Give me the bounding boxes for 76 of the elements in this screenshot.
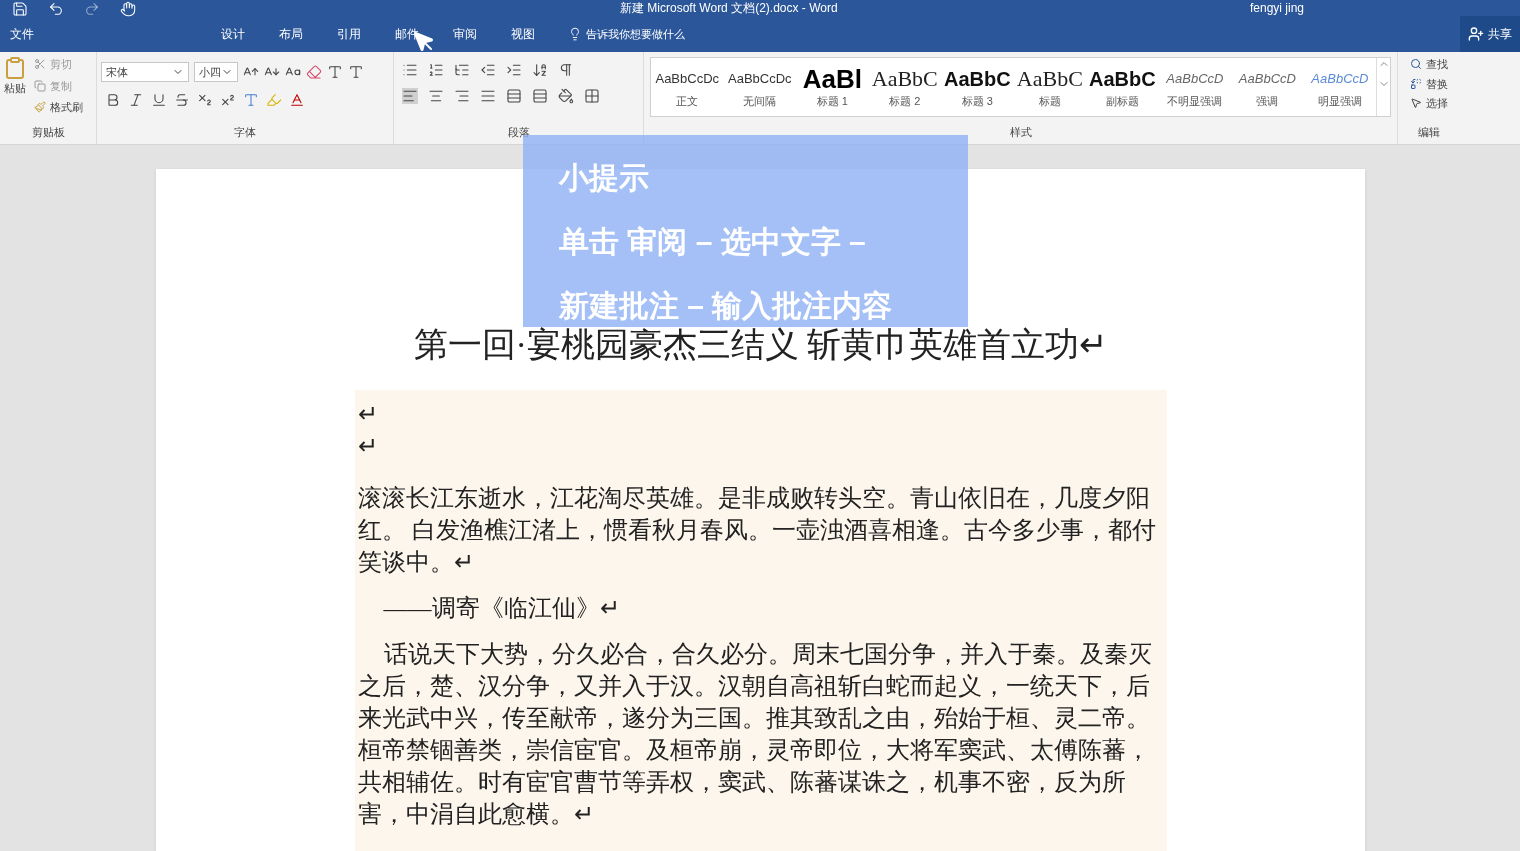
justify-icon[interactable] (480, 88, 496, 104)
style-item[interactable]: AaBbC 标题 (1013, 58, 1087, 116)
replace-button[interactable]: 替换 (1410, 75, 1448, 92)
ribbon-tab[interactable]: 设计 (208, 25, 258, 43)
style-item[interactable]: AaBbCcD 强调 (1231, 58, 1304, 116)
ribbon-tab[interactable]: 视图 (498, 25, 548, 43)
style-item[interactable]: AaBbC 副标题 (1086, 58, 1159, 116)
user-icon (1468, 26, 1484, 42)
copy-icon (34, 79, 46, 92)
paste-button[interactable]: 粘贴 (0, 56, 30, 124)
group-label: 剪贴板 (30, 124, 66, 140)
touch-mode-icon[interactable] (120, 1, 136, 17)
save-icon[interactable] (12, 1, 28, 17)
show-marks-icon[interactable] (558, 62, 574, 78)
text-effect-icon[interactable] (243, 92, 259, 108)
style-item[interactable]: AaBbC 标题 2 (868, 58, 942, 116)
ribbon-tab[interactable]: 文件 (4, 25, 40, 43)
find-button[interactable]: 查找 (1410, 56, 1448, 73)
sort-icon[interactable] (532, 62, 548, 78)
scissors-icon (34, 58, 46, 71)
format-painter-button[interactable]: 格式刷 (34, 99, 83, 116)
window-title: 新建 Microsoft Word 文档(2).docx - Word (620, 1, 839, 15)
group-label: 编辑 (1417, 124, 1441, 140)
align-right-icon[interactable] (454, 88, 470, 104)
style-item[interactable]: AaBbCcDc 正文 (651, 58, 724, 116)
bold-icon[interactable] (105, 92, 121, 108)
underline-icon[interactable] (151, 92, 167, 108)
align-left-icon[interactable] (402, 88, 418, 104)
numbered-list-icon[interactable] (428, 62, 444, 78)
body-paragraph: 话说天下大势，分久必合，合久必分。周末七国分争，并入于秦。及秦灭之后，楚、汉分争，又并入于汉。汉朝自高祖斩白蛇而起义，一统天下，后来光武中兴，传至献帝，遂分为三国。推其致乱之由，殆始于桓、灵二帝。桓帝禁锢善类，崇信宦官。及桓帝崩，灵帝即位，大将军窦武、太傅陈蕃，共相辅佐。时有宦官曹节等弄权，窦武、陈蕃谋诛之，机事不密，反为所害，中涓自此愈横。↵ (357, 640, 1153, 829)
bullet-list-icon[interactable] (402, 62, 418, 78)
undo-icon[interactable] (48, 1, 64, 17)
share-button[interactable]: 共享 (1460, 16, 1520, 52)
paintbrush-icon (34, 101, 46, 114)
group-label: 字体 (233, 124, 257, 140)
style-item[interactable]: AaBl 标题 1 (796, 58, 869, 116)
tip-text: 单击 审阅 – 选中文字 – (559, 225, 867, 259)
body-paragraph: ↵ (357, 432, 379, 461)
pointer-icon (1410, 97, 1422, 110)
style-item[interactable]: AaBbCcDc 无间隔 (723, 58, 797, 116)
align-center-icon[interactable] (428, 88, 444, 104)
body-paragraph: 滚滚长江东逝水，江花淘尽英雄。是非成败转头空。青山依旧在，几度夕阳红。 白发渔樵江渚上，惯看秋月春风。一壶浊酒喜相逢。古今多少事，都付笑谈中。↵ (357, 484, 1157, 577)
replace-icon (1410, 77, 1422, 90)
ribbon-tab[interactable]: 引用 (324, 25, 374, 43)
lightbulb-icon[interactable] (568, 27, 582, 41)
italic-icon[interactable] (128, 92, 144, 108)
select-button[interactable]: 选择 (1410, 95, 1448, 112)
style-item[interactable]: AaBbCcD 明显强调 (1303, 58, 1377, 116)
subscript-icon[interactable] (197, 92, 213, 108)
tip-title: 小提示 (559, 161, 650, 195)
borders-icon[interactable] (584, 88, 600, 104)
group-label: 样式 (1008, 124, 1033, 140)
clear-format-icon[interactable] (306, 64, 322, 80)
font-name-field[interactable]: 宋体 (101, 62, 189, 82)
body-paragraph: ——调寄《临江仙》↵ (382, 594, 621, 623)
multilevel-list-icon[interactable] (454, 62, 470, 78)
ribbon-tab[interactable]: 审阅 (440, 25, 490, 43)
outdent-icon[interactable] (480, 62, 496, 78)
search-icon (1410, 58, 1422, 71)
tell-me-field[interactable]: 告诉我你想要做什么 (586, 25, 685, 43)
indent-icon[interactable] (506, 62, 522, 78)
shading-icon[interactable] (558, 88, 574, 104)
style-item[interactable]: AaBbCcD 不明显强调 (1158, 58, 1232, 116)
strikethrough-icon[interactable] (174, 92, 190, 108)
group-label: 段落 (506, 124, 531, 140)
redo-icon[interactable] (84, 1, 100, 17)
superscript-icon[interactable] (220, 92, 236, 108)
tip-text: 新建批注 – 输入批注内容 (559, 289, 894, 323)
ribbon-tab[interactable]: 布局 (266, 25, 316, 43)
style-item[interactable]: AaBbC 标题 3 (941, 58, 1014, 116)
font-size-field[interactable]: 小四 (194, 62, 238, 82)
user-name: fengyi jing (1250, 1, 1305, 15)
clipboard-icon (3, 56, 27, 80)
document-heading: 第一回·宴桃园豪杰三结义 斩黄巾英雄首立功↵ (413, 325, 1108, 365)
body-paragraph: ↵ (357, 400, 379, 429)
font-color-icon[interactable] (289, 92, 305, 108)
